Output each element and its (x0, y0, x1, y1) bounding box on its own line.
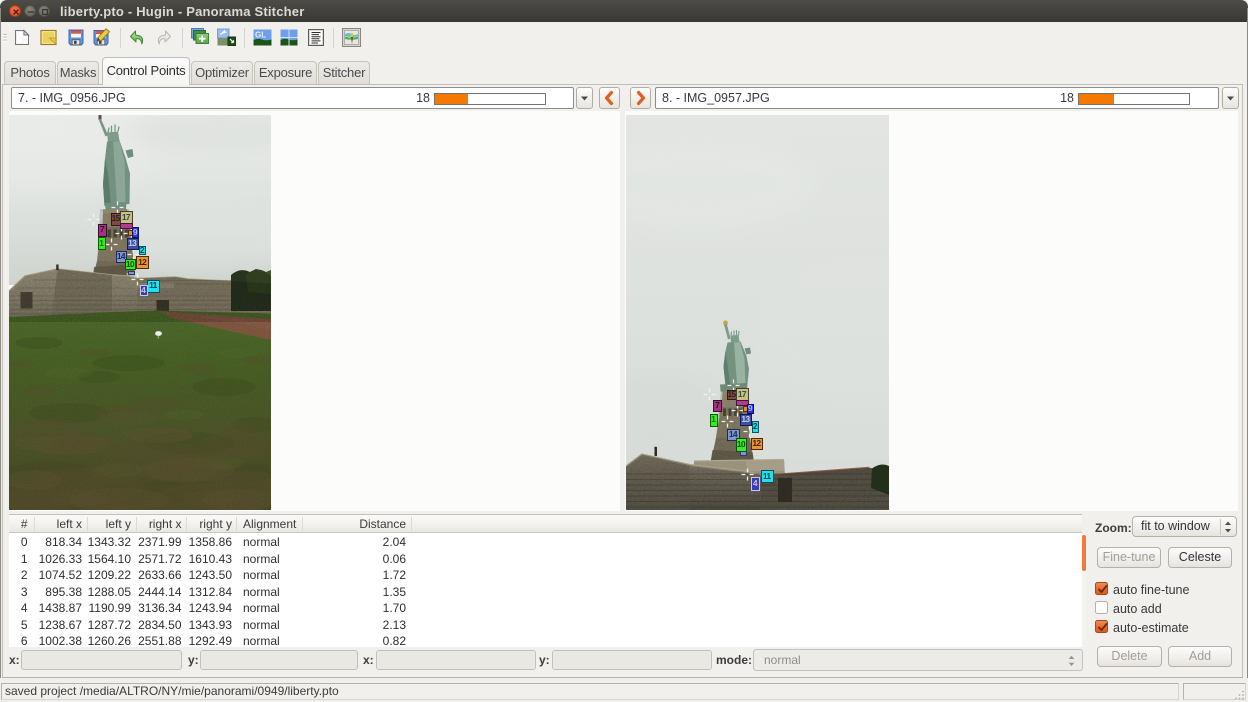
svg-text:GL: GL (255, 31, 266, 40)
